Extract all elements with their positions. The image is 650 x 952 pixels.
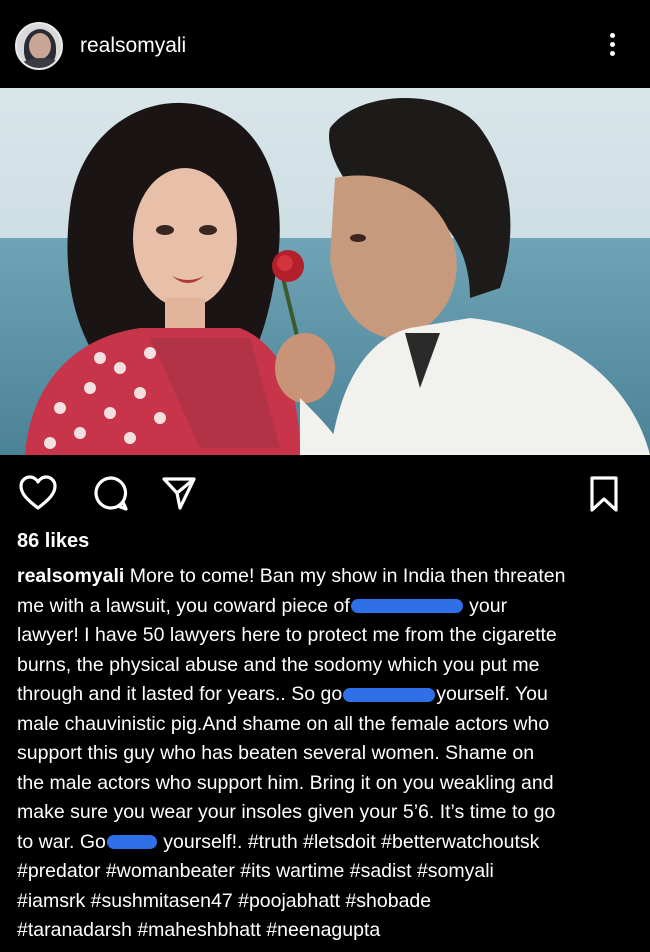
caption-text: through and it lasted for years.. So go — [17, 683, 343, 705]
caption-line: lawyer! I have 50 lawyers here to protec… — [17, 621, 632, 651]
caption-line: me with a lawsuit, you coward piece of y… — [17, 592, 632, 622]
comment-icon[interactable] — [92, 474, 130, 512]
post-actions — [0, 462, 650, 522]
avatar[interactable] — [15, 22, 63, 70]
caption-line: support this guy who has beaten several … — [17, 739, 632, 769]
post-username[interactable]: realsomyali — [80, 34, 186, 58]
caption-text: burns, the physical abuse and the sodomy… — [17, 653, 540, 676]
post-image[interactable] — [0, 88, 650, 455]
redaction-mark — [350, 599, 463, 614]
caption-line: make sure you wear your insoles given yo… — [17, 798, 632, 828]
instagram-post: realsomyali 86 likes realsomyali More to… — [0, 0, 650, 952]
caption-text: the male actors who support him. Bring i… — [17, 771, 554, 794]
more-options-icon[interactable] — [604, 30, 622, 60]
heart-icon[interactable] — [18, 474, 58, 512]
caption-text: your — [463, 594, 508, 617]
caption-text: me with a lawsuit, you coward piece of — [17, 594, 350, 617]
caption-text: More to come! Ban my show in India then … — [124, 565, 566, 587]
caption-text: to war. Go — [17, 830, 106, 853]
hashtag-text[interactable]: #iamsrk #sushmitasen47 #poojabhatt #shob… — [17, 890, 431, 912]
caption-line: the male actors who support him. Bring i… — [17, 769, 632, 799]
caption-line: #predator #womanbeater #its wartime #sad… — [17, 857, 632, 887]
caption-username[interactable]: realsomyali — [17, 565, 124, 587]
caption-line: male chauvinistic pig.And shame on all t… — [17, 710, 632, 740]
caption-text: yourself. You — [436, 683, 548, 705]
caption-text: support this guy who has beaten several … — [17, 742, 535, 764]
caption-line: #taranadarsh #maheshbhatt #neenagupta — [17, 916, 632, 946]
caption-line: burns, the physical abuse and the sodomy… — [17, 651, 632, 681]
like-count[interactable]: 86 likes — [17, 530, 89, 553]
post-caption: realsomyali More to come! Ban my show in… — [17, 562, 632, 946]
caption-text: make sure you wear your insoles given yo… — [17, 801, 556, 823]
redaction-mark — [343, 687, 436, 702]
hashtag-text[interactable]: #predator #womanbeater #its wartime #sad… — [17, 860, 494, 882]
caption-text: yourself!. #truth #letsdoit #betterwatch… — [157, 830, 540, 853]
caption-text: lawyer! I have 50 lawyers here to protec… — [17, 624, 557, 646]
caption-line: realsomyali More to come! Ban my show in… — [17, 562, 632, 592]
send-icon[interactable] — [160, 474, 198, 512]
bookmark-icon[interactable] — [588, 474, 620, 514]
caption-line: #iamsrk #sushmitasen47 #poojabhatt #shob… — [17, 887, 632, 917]
hashtag-text[interactable]: #taranadarsh #maheshbhatt #neenagupta — [17, 919, 380, 941]
redaction-mark — [106, 835, 157, 850]
caption-line: to war. Go yourself!. #truth #letsdoit #… — [17, 828, 632, 858]
post-header: realsomyali — [0, 0, 650, 88]
caption-text: male chauvinistic pig.And shame on all t… — [17, 712, 550, 735]
caption-line: through and it lasted for years.. So go y… — [17, 680, 632, 710]
